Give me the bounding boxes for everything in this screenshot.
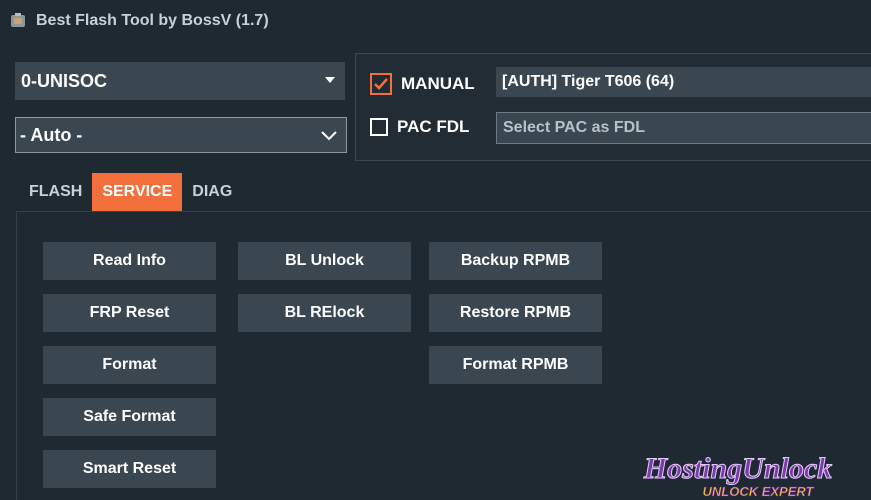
tab-flash[interactable]: FLASH (19, 173, 92, 211)
model-select-field[interactable]: [AUTH] Tiger T606 (64) (496, 67, 871, 97)
chevron-down-icon (320, 126, 338, 149)
platform-select[interactable]: 0-UNISOC (15, 62, 345, 100)
fdl-options-panel: MANUAL [AUTH] Tiger T606 (64) PAC FDL Se… (355, 53, 871, 161)
format-button[interactable]: Format (43, 346, 216, 384)
checkmark-icon (374, 78, 388, 90)
dropdown-arrow-icon (325, 77, 335, 83)
mode-select-value: - Auto - (20, 124, 83, 145)
bl-relock-button[interactable]: BL RElock (238, 294, 411, 332)
manual-checkbox-label: MANUAL (401, 74, 475, 93)
safe-format-button[interactable]: Safe Format (43, 398, 216, 436)
tab-diag[interactable]: DIAG (182, 173, 242, 211)
read-info-button[interactable]: Read Info (43, 242, 216, 280)
watermark-subtitle: UNLOCK EXPERT (703, 484, 815, 499)
tab-service[interactable]: SERVICE (92, 173, 183, 211)
tab-bar: FLASH SERVICE DIAG (19, 173, 242, 211)
title-bar: Best Flash Tool by BossV (1.7) (0, 0, 871, 42)
window-title: Best Flash Tool by BossV (1.7) (36, 12, 269, 29)
mode-select[interactable]: - Auto - (15, 117, 347, 153)
pac-fdl-checkbox-row[interactable]: PAC FDL (370, 117, 469, 137)
manual-checkbox[interactable] (370, 73, 392, 95)
watermark-logo: HostingUnlock UNLOCK EXPERT (642, 452, 832, 500)
manual-checkbox-row[interactable]: MANUAL (370, 73, 475, 95)
frp-reset-button[interactable]: FRP Reset (43, 294, 216, 332)
backup-rpmb-button[interactable]: Backup RPMB (429, 242, 602, 280)
restore-rpmb-button[interactable]: Restore RPMB (429, 294, 602, 332)
smart-reset-button[interactable]: Smart Reset (43, 450, 216, 488)
watermark-title: HostingUnlock (643, 452, 832, 485)
main-window: Best Flash Tool by BossV (1.7) 0-UNISOC … (0, 0, 871, 500)
bl-unlock-button[interactable]: BL Unlock (238, 242, 411, 280)
format-rpmb-button[interactable]: Format RPMB (429, 346, 602, 384)
app-logo-icon (8, 11, 28, 31)
model-select-value: [AUTH] Tiger T606 (64) (502, 73, 675, 90)
pac-file-field[interactable]: Select PAC as FDL (496, 112, 871, 144)
platform-select-value: 0-UNISOC (21, 70, 108, 91)
pac-fdl-checkbox-label: PAC FDL (397, 117, 470, 136)
pac-fdl-checkbox[interactable] (370, 118, 388, 136)
pac-file-placeholder: Select PAC as FDL (503, 119, 645, 136)
